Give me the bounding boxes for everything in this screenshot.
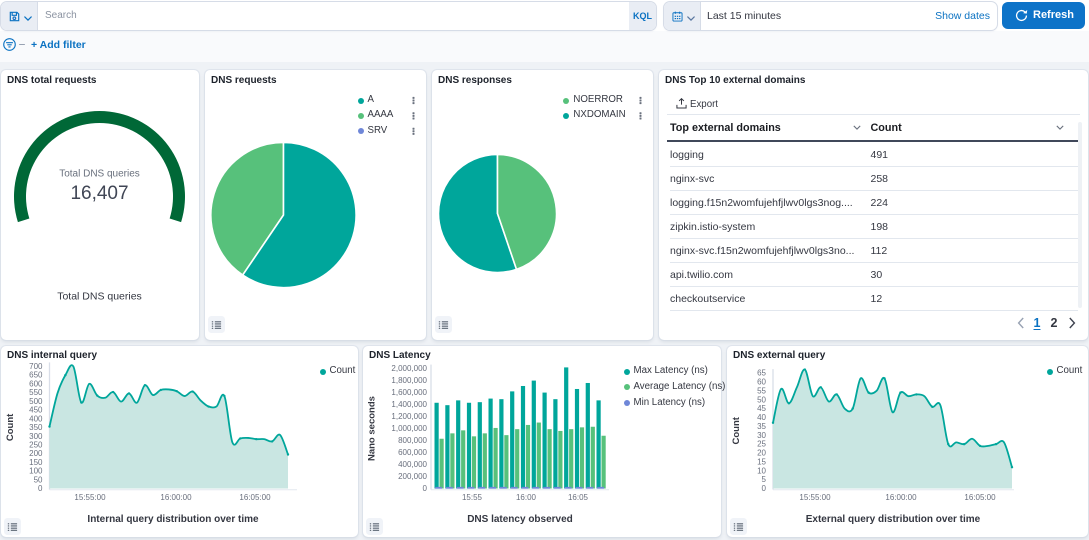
svg-text:Count: Count: [731, 416, 742, 444]
svg-text:200,000: 200,000: [398, 472, 427, 481]
svg-text:0: 0: [423, 484, 428, 493]
svg-text:150: 150: [29, 457, 43, 466]
svg-text:400,000: 400,000: [398, 460, 427, 469]
svg-text:500: 500: [29, 396, 43, 405]
svg-text:External query distribution ov: External query distribution over time: [806, 514, 981, 525]
svg-text:15: 15: [757, 457, 766, 466]
svg-text:5: 5: [762, 475, 767, 484]
svg-text:15:55:00: 15:55:00: [799, 493, 831, 502]
svg-text:Total DNS queries: Total DNS queries: [57, 291, 142, 303]
svg-text:550: 550: [29, 388, 43, 397]
svg-text:25: 25: [757, 439, 766, 448]
svg-text:45: 45: [757, 404, 766, 413]
svg-text:2,000,000: 2,000,000: [391, 364, 427, 373]
svg-text:1,800,000: 1,800,000: [391, 376, 427, 385]
svg-text:100: 100: [29, 466, 43, 475]
svg-text:16:05: 16:05: [568, 493, 589, 502]
svg-text:0: 0: [38, 484, 43, 493]
svg-text:DNS latency observed: DNS latency observed: [467, 514, 573, 525]
svg-text:400: 400: [29, 414, 43, 423]
svg-text:60: 60: [757, 377, 766, 386]
svg-text:10: 10: [757, 466, 766, 475]
svg-text:1,400,000: 1,400,000: [391, 400, 427, 409]
svg-text:0: 0: [762, 484, 767, 493]
svg-text:35: 35: [757, 422, 766, 431]
svg-text:50: 50: [757, 395, 766, 404]
svg-text:65: 65: [757, 368, 766, 377]
svg-text:700: 700: [29, 362, 43, 371]
svg-text:1,200,000: 1,200,000: [391, 412, 427, 421]
svg-text:600: 600: [29, 379, 43, 388]
svg-text:200: 200: [29, 449, 43, 458]
svg-text:450: 450: [29, 405, 43, 414]
svg-text:40: 40: [757, 413, 766, 422]
svg-text:600,000: 600,000: [398, 448, 427, 457]
svg-text:16:00:00: 16:00:00: [885, 493, 917, 502]
svg-text:Nano seconds: Nano seconds: [367, 396, 378, 461]
svg-text:15:55:00: 15:55:00: [74, 493, 106, 502]
svg-text:300: 300: [29, 431, 43, 440]
svg-text:15:55: 15:55: [462, 493, 483, 502]
svg-text:16:05:00: 16:05:00: [964, 493, 996, 502]
svg-text:800,000: 800,000: [398, 436, 427, 445]
svg-text:Count: Count: [5, 412, 16, 440]
svg-text:55: 55: [757, 386, 766, 395]
svg-text:16,407: 16,407: [70, 183, 128, 204]
svg-text:16:05:00: 16:05:00: [239, 493, 271, 502]
svg-text:16:00: 16:00: [516, 493, 537, 502]
svg-text:Total DNS queries: Total DNS queries: [59, 169, 140, 180]
svg-text:1,600,000: 1,600,000: [391, 388, 427, 397]
svg-text:16:00:00: 16:00:00: [160, 493, 192, 502]
svg-text:30: 30: [757, 430, 766, 439]
svg-text:650: 650: [29, 370, 43, 379]
svg-text:350: 350: [29, 423, 43, 432]
svg-text:50: 50: [34, 475, 43, 484]
svg-text:1,000,000: 1,000,000: [391, 424, 427, 433]
svg-text:Internal query distribution ov: Internal query distribution over time: [87, 514, 259, 525]
svg-text:20: 20: [757, 448, 766, 457]
svg-text:250: 250: [29, 440, 43, 449]
